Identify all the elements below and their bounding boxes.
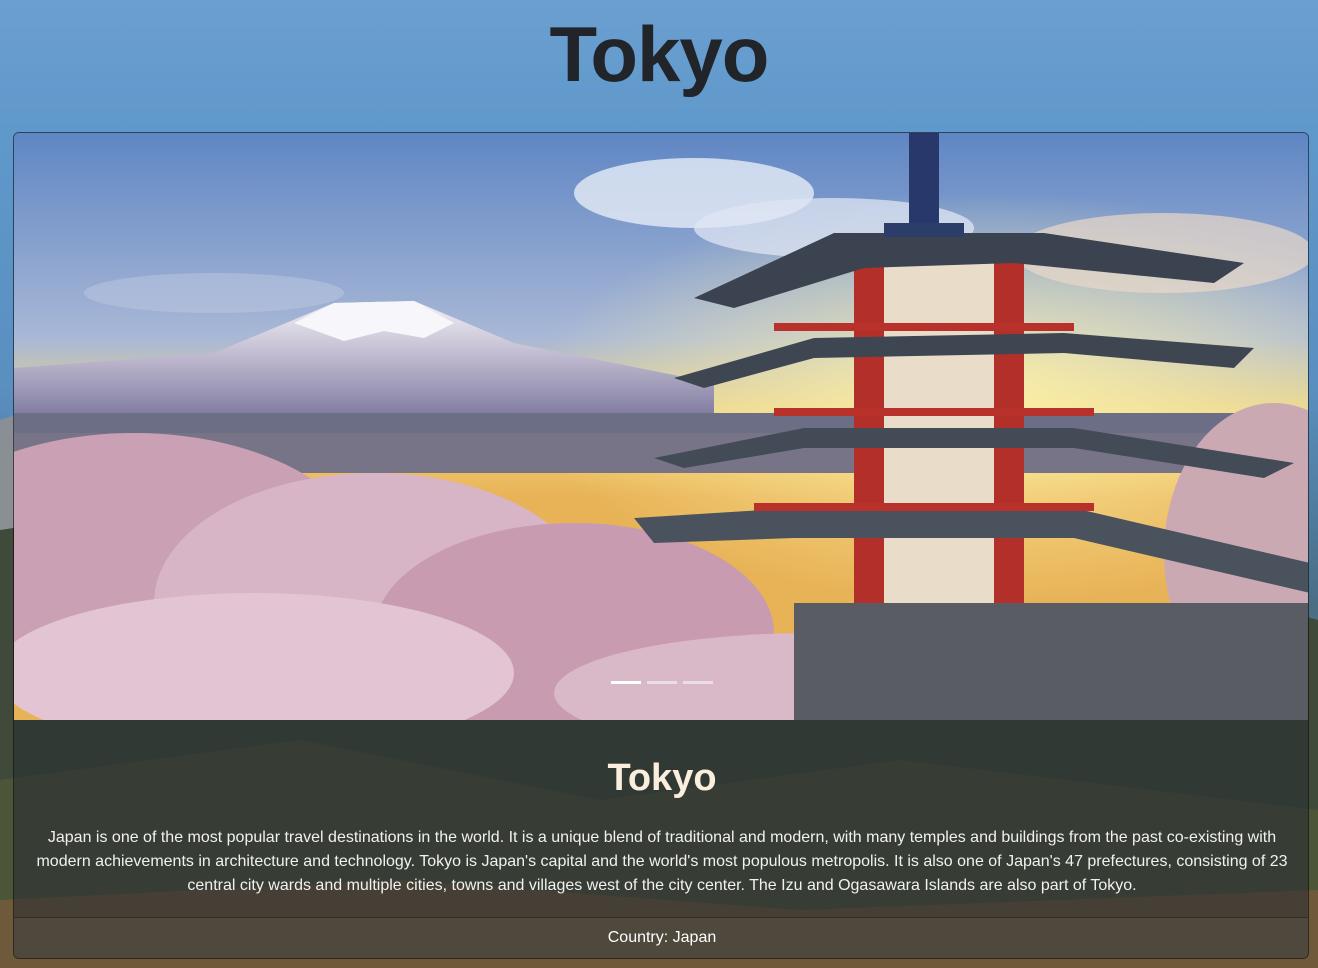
card-title: Tokyo: [607, 757, 717, 799]
carousel-indicator-3[interactable]: [683, 681, 713, 684]
card-description: Japan is one of the most popular travel …: [36, 829, 1288, 894]
city-card: Tokyo Japan is one of the most popular t…: [13, 132, 1309, 959]
page-title: Tokyo: [549, 10, 770, 98]
carousel-indicator-2[interactable]: [647, 681, 677, 684]
carousel-slide-image: [14, 133, 1308, 720]
card-body: Tokyo Japan is one of the most popular t…: [14, 720, 1308, 917]
image-carousel[interactable]: [14, 133, 1308, 720]
carousel-indicator-1[interactable]: [611, 681, 641, 684]
carousel-indicators: [14, 681, 1308, 684]
card-footer: Country: Japan: [14, 917, 1308, 958]
